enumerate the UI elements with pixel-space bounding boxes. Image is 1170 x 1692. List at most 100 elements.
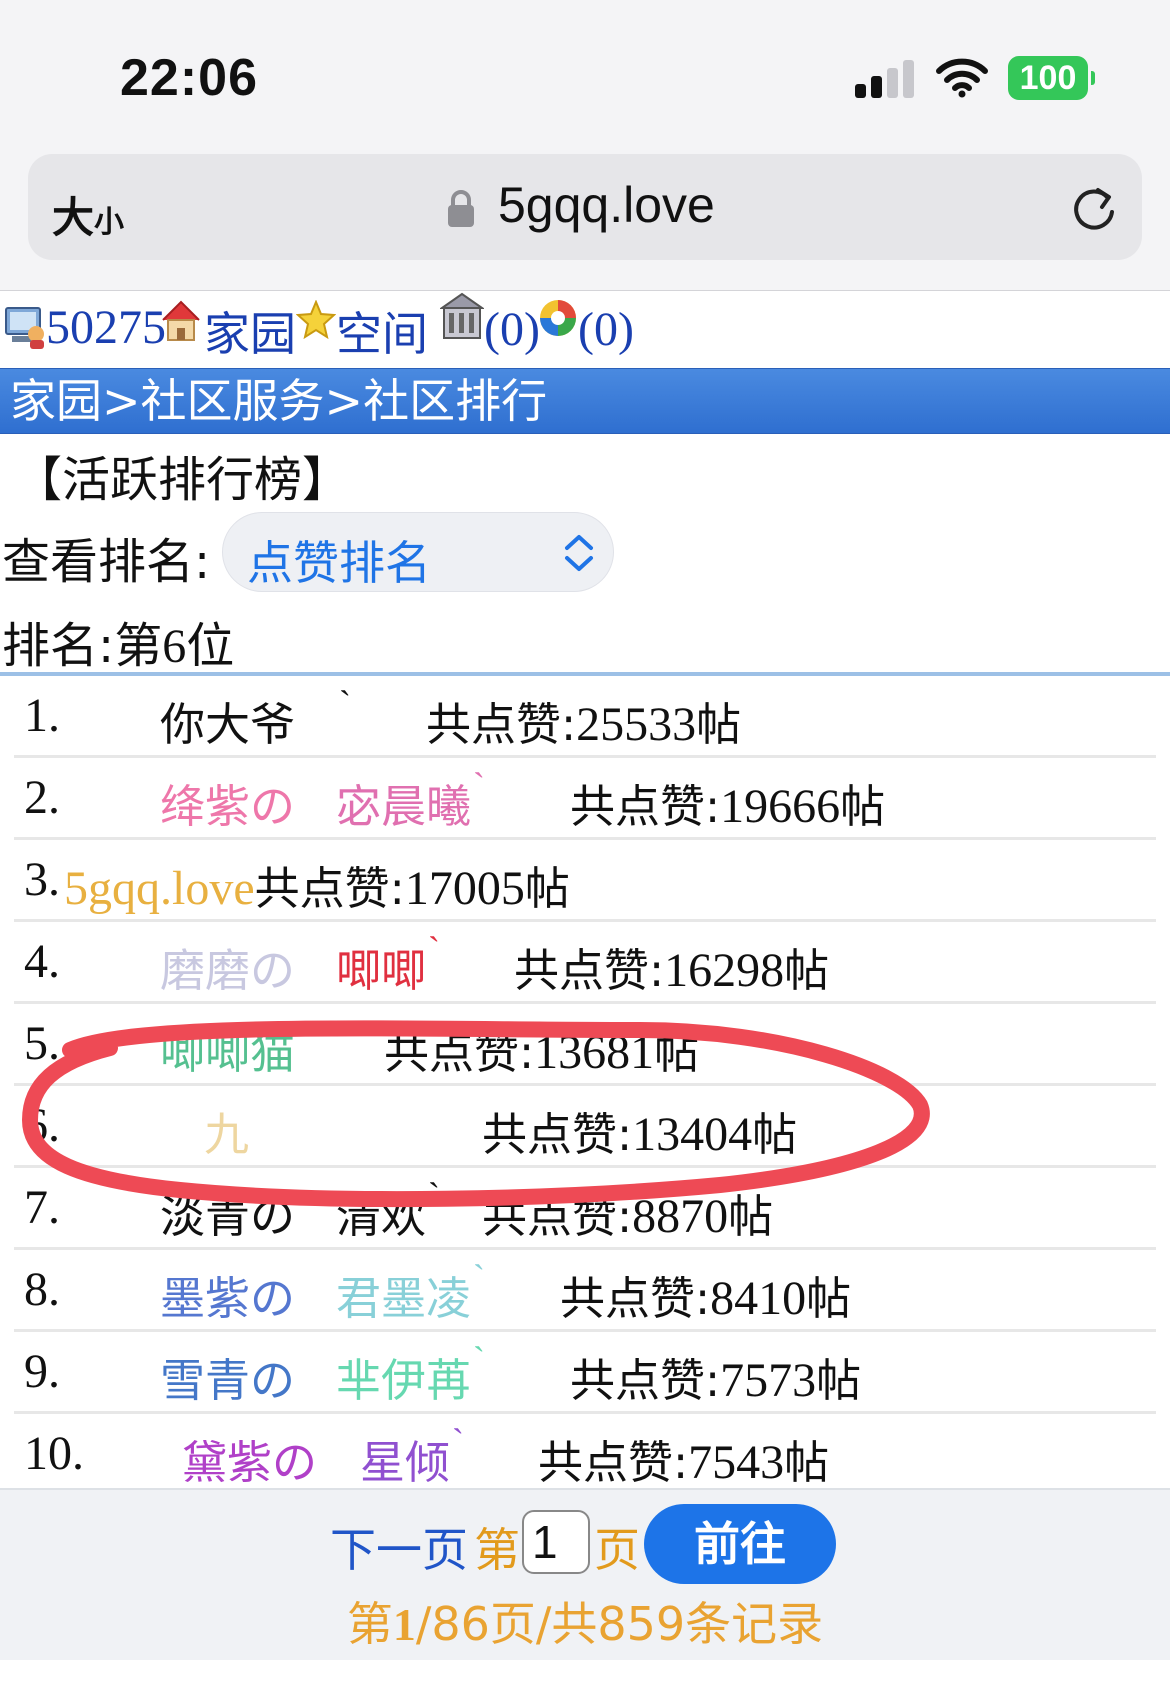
likes-count: 17005 <box>404 862 525 915</box>
user-name[interactable]: 黛紫の <box>182 1426 317 1491</box>
user-name[interactable]: 淡青の <box>160 1180 295 1245</box>
likes-label: 共点赞: <box>538 1436 689 1489</box>
post-unit: 帖 <box>654 1026 700 1079</box>
text-size-large: 大 <box>52 193 95 242</box>
text-size-button[interactable]: 大小 <box>52 184 124 245</box>
status-bar: 22:06 100 <box>0 0 1170 150</box>
likes-count-group: 共点赞:16298帖 <box>514 934 829 999</box>
user-name[interactable]: 磨磨の <box>160 934 295 999</box>
rank-number: 1. <box>24 689 60 742</box>
post-unit: 帖 <box>816 1354 862 1407</box>
likes-label: 共点赞: <box>570 780 721 833</box>
pagination: 下一页 第 1 页 前往 第1/86页/共859条记录 <box>0 1488 1170 1660</box>
home-link[interactable]: 家园 <box>204 298 296 364</box>
browser-toolbar: 大小 5gqq.love <box>0 150 1170 291</box>
messages-link[interactable]: (0) <box>484 302 540 357</box>
likes-count-group: 共点赞:19666帖 <box>570 770 885 835</box>
likes-label: 共点赞: <box>482 1190 633 1243</box>
space-link[interactable]: 空间 <box>336 298 428 364</box>
likes-count: 7573 <box>720 1354 817 1407</box>
my-rank-prefix: 第 <box>114 618 163 674</box>
address-bar[interactable]: 大小 5gqq.love <box>28 154 1142 260</box>
likes-count: 7543 <box>688 1436 785 1489</box>
url-text[interactable]: 5gqq.love <box>498 176 715 234</box>
user-name-second[interactable]: 星倾 <box>360 1426 450 1491</box>
post-unit: 帖 <box>728 1190 774 1243</box>
page-title: 【活跃排行榜】 <box>14 452 351 508</box>
likes-count: 13681 <box>534 1026 655 1079</box>
table-row[interactable]: 7. 淡青の 清欢 ˋ 共点赞:8870帖 <box>14 1168 1156 1250</box>
post-unit: 帖 <box>806 1272 852 1325</box>
table-row[interactable]: 6. 九 共点赞:13404帖 <box>14 1086 1156 1168</box>
rank-number: 2. <box>24 771 60 824</box>
chevron-up-down-icon <box>565 535 593 571</box>
table-row[interactable]: 2. 绛紫の 宓晨曦 ˋ 共点赞:19666帖 <box>14 758 1156 840</box>
my-rank-label: 排名: <box>2 618 115 674</box>
ranking-list: 1. 你大爷 ˋ 共点赞:25533帖 2. 绛紫の 宓晨曦 ˋ 共点赞:19666帖 3. 5gq… <box>14 676 1156 1496</box>
name-mark: ˋ <box>428 1175 440 1215</box>
my-rank-suffix: 位 <box>186 618 235 674</box>
post-unit: 帖 <box>696 698 742 751</box>
likes-count: 16298 <box>664 944 785 997</box>
table-row[interactable]: 5. 唧唧猫 共点赞:13681帖 <box>14 1004 1156 1086</box>
lock-icon <box>448 190 474 227</box>
rank-number: 5. <box>24 1017 60 1070</box>
my-rank-value: 6 <box>162 620 187 673</box>
post-unit: 帖 <box>524 862 570 915</box>
color-wheel-icon <box>540 300 576 336</box>
table-row[interactable]: 9. 雪青の 芈伊苒 ˋ 共点赞:7573帖 <box>14 1332 1156 1414</box>
page-suffix: 页 <box>594 1523 640 1577</box>
reload-icon[interactable] <box>1068 182 1120 234</box>
star-icon <box>296 300 336 340</box>
name-mark: ˋ <box>473 765 485 805</box>
table-row[interactable]: 3. 5gqq.love共点赞:17005帖 <box>14 840 1156 922</box>
likes-count: 8870 <box>632 1190 729 1243</box>
user-name-second[interactable]: 唧唧 <box>336 934 426 999</box>
name-mark: ˋ <box>473 1257 485 1297</box>
page-number-input[interactable]: 1 <box>522 1510 590 1574</box>
name-mark: ˋ <box>339 683 351 723</box>
user-name[interactable]: 绛紫の <box>160 770 295 835</box>
user-name[interactable]: 墨紫の <box>160 1262 295 1327</box>
user-name[interactable]: 5gqq.love <box>64 862 255 915</box>
clock: 22:06 <box>120 49 258 107</box>
text-size-small: 小 <box>94 205 125 240</box>
user-name[interactable]: 唧唧猫 <box>160 1016 295 1081</box>
table-row[interactable]: 4. 磨磨の 唧唧 ˋ 共点赞:16298帖 <box>14 922 1156 1004</box>
likes-count: 25533 <box>576 698 697 751</box>
likes-count: 8410 <box>710 1272 807 1325</box>
user-name-second[interactable]: 宓晨曦 <box>336 770 471 835</box>
computer-user-icon <box>5 307 44 349</box>
likes-count: 13404 <box>632 1108 753 1161</box>
user-name-second[interactable]: 清欢 <box>336 1180 426 1245</box>
next-page-link[interactable]: 下一页 <box>330 1514 468 1580</box>
user-name[interactable]: 你大爷 <box>160 688 295 753</box>
table-row[interactable]: 8. 墨紫の 君墨凌 ˋ 共点赞:8410帖 <box>14 1250 1156 1332</box>
rank-type-select[interactable]: 点赞排名 <box>222 512 614 592</box>
user-id-link[interactable]: 50275 <box>46 300 166 355</box>
likes-count-group: 共点赞:8410帖 <box>560 1262 851 1327</box>
likes-count-group: 共点赞:25533帖 <box>426 688 741 753</box>
breadcrumb: 家园>社区服务>社区排行 <box>0 368 1170 434</box>
likes-count-group: 共点赞:13681帖 <box>384 1016 699 1081</box>
user-name-second[interactable]: 芈伊苒 <box>336 1344 471 1409</box>
user-name-second[interactable]: 君墨凌 <box>336 1262 471 1327</box>
likes-count: 19666 <box>720 780 841 833</box>
likes-count-group: 共点赞:13404帖 <box>482 1098 797 1163</box>
likes-label: 共点赞: <box>570 1354 721 1407</box>
user-name[interactable]: 雪青の <box>160 1344 295 1409</box>
rank-number: 8. <box>24 1263 60 1316</box>
notices-link[interactable]: (0) <box>578 302 634 357</box>
user-name[interactable]: 九 <box>204 1098 249 1163</box>
go-button[interactable]: 前往 <box>644 1504 836 1584</box>
likes-label: 共点赞: <box>560 1272 711 1325</box>
building-icon <box>440 292 484 339</box>
likes-label: 共点赞: <box>482 1108 633 1161</box>
likes-label: 共点赞: <box>384 1026 535 1079</box>
post-unit: 帖 <box>784 1436 830 1489</box>
table-row[interactable]: 10. 黛紫の 星倾 ˋ 共点赞:7543帖 <box>14 1414 1156 1496</box>
table-row[interactable]: 1. 你大爷 ˋ 共点赞:25533帖 <box>14 676 1156 758</box>
likes-label: 共点赞: <box>514 944 665 997</box>
user-nav: 50275 家园 空间 (0) (0) <box>0 292 1170 366</box>
page-summary: 第1/86页/共859条记录 <box>0 1588 1170 1654</box>
